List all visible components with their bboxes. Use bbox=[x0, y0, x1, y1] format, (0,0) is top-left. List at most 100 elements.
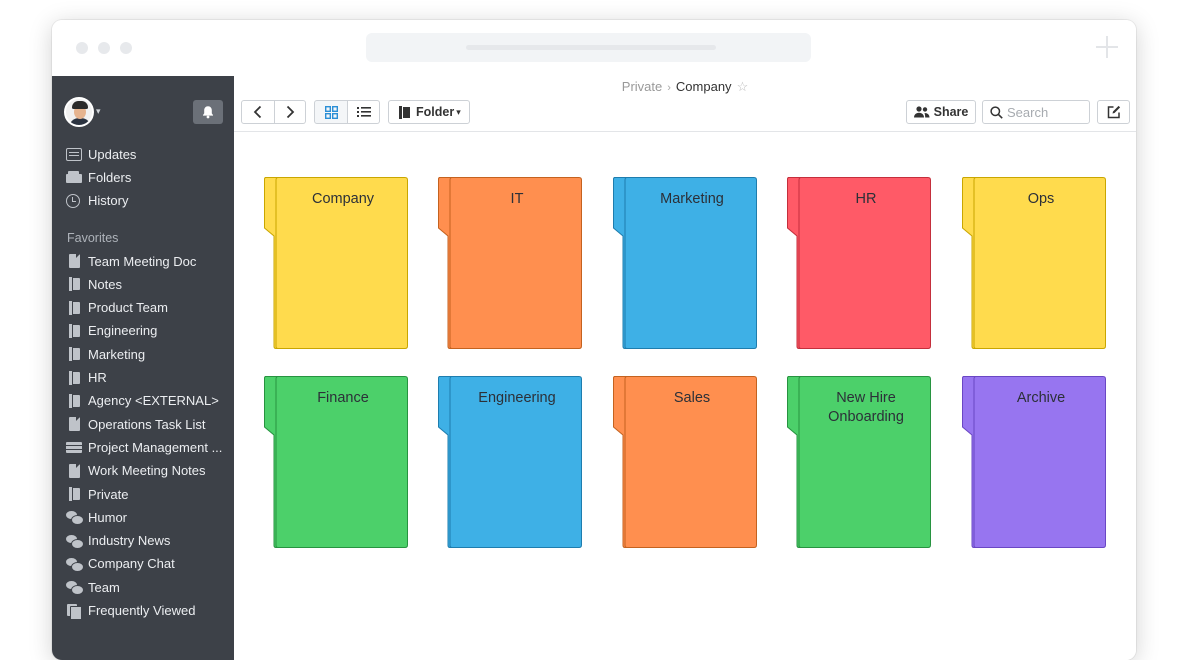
folder-card-it[interactable]: IT bbox=[437, 176, 583, 350]
sidebar-item-frequently-viewed[interactable]: Frequently Viewed bbox=[66, 601, 195, 621]
chevron-down-icon: ▾ bbox=[456, 106, 461, 117]
share-label: Share bbox=[933, 105, 969, 119]
sidebar-item-label: Humor bbox=[88, 509, 128, 525]
folders-icon bbox=[66, 170, 82, 184]
document-icon bbox=[69, 254, 80, 268]
main-content: Private › Company ☆ Folder ▾ Share Searc… bbox=[234, 76, 1136, 660]
sidebar-item-label: Industry News bbox=[88, 533, 171, 549]
sidebar-item-private[interactable]: Private bbox=[66, 484, 128, 504]
search-input[interactable] bbox=[1007, 103, 1087, 121]
sidebar-item-hr[interactable]: HR bbox=[66, 368, 107, 388]
chevron-down-icon[interactable]: ▾ bbox=[96, 106, 101, 117]
list-view-button[interactable] bbox=[348, 100, 380, 124]
folder-label: Marketing bbox=[660, 191, 724, 207]
address-placeholder-line bbox=[466, 45, 716, 50]
grid-view-button[interactable] bbox=[314, 100, 348, 124]
notifications-button[interactable] bbox=[193, 100, 223, 124]
sidebar-item-work-meeting-notes[interactable]: Work Meeting Notes bbox=[66, 461, 206, 481]
compose-button[interactable] bbox=[1097, 100, 1130, 124]
sidebar-item-label: HR bbox=[88, 370, 107, 385]
search-field[interactable] bbox=[982, 100, 1090, 124]
folder-card-archive[interactable]: Archive bbox=[961, 375, 1107, 549]
folder-card-new-hire-onboarding[interactable]: New Hire Onboarding bbox=[786, 375, 932, 549]
sidebar-item-label: Private bbox=[88, 486, 129, 502]
folder-label: Archive bbox=[1016, 390, 1066, 406]
bell-icon bbox=[203, 106, 213, 119]
sidebar-item-label: Team bbox=[88, 579, 120, 595]
sidebar-item-notes[interactable]: Notes bbox=[66, 274, 122, 294]
folder-label: Finance bbox=[317, 390, 369, 406]
spreadsheet-icon bbox=[66, 442, 82, 454]
back-button[interactable] bbox=[241, 100, 275, 124]
sidebar-item-label: Frequently Viewed bbox=[88, 603, 196, 618]
folder-label: IT bbox=[510, 191, 524, 207]
folder-icon bbox=[66, 487, 82, 501]
folder-icon bbox=[66, 370, 82, 385]
sidebar-item-company-chat[interactable]: Company Chat bbox=[66, 554, 175, 574]
compose-icon bbox=[1107, 105, 1120, 119]
breadcrumb-parent[interactable]: Private bbox=[622, 79, 662, 94]
new-tab-plus-icon[interactable] bbox=[1096, 36, 1118, 58]
sidebar-item-label: Updates bbox=[88, 146, 137, 162]
sidebar-item-humor[interactable]: Humor bbox=[66, 507, 127, 527]
folder-card-marketing[interactable]: Marketing bbox=[612, 176, 758, 350]
sidebar-item-label: Agency <EXTERNAL> bbox=[88, 393, 219, 409]
sidebar-item-label: Project Management ... bbox=[88, 439, 223, 455]
people-icon bbox=[913, 106, 930, 118]
folder-icon bbox=[66, 277, 82, 292]
sidebar-item-industry-news[interactable]: Industry News bbox=[66, 531, 170, 551]
folder-menu-label: Folder bbox=[416, 105, 455, 119]
sidebar-item-agency-external[interactable]: Agency <EXTERNAL> bbox=[66, 391, 219, 411]
sidebar-item-marketing[interactable]: Marketing bbox=[66, 344, 145, 364]
address-bar[interactable] bbox=[366, 33, 811, 62]
sidebar-item-updates[interactable]: Updates bbox=[66, 144, 136, 164]
sidebar-item-label: Operations Task List bbox=[88, 416, 206, 432]
window-minimize-dot[interactable] bbox=[98, 42, 110, 54]
sidebar-item-team-meeting-doc[interactable]: Team Meeting Doc bbox=[66, 251, 196, 271]
folder-icon bbox=[66, 393, 82, 408]
sidebar-item-product-team[interactable]: Product Team bbox=[66, 298, 168, 318]
sidebar-item-project-management[interactable]: Project Management ... bbox=[66, 437, 222, 457]
chat-icon bbox=[66, 580, 84, 596]
sidebar-item-folders[interactable]: Folders bbox=[66, 167, 131, 187]
window-close-dot[interactable] bbox=[76, 42, 88, 54]
sidebar-item-history[interactable]: History bbox=[66, 191, 128, 211]
sidebar-item-label: Work Meeting Notes bbox=[88, 463, 206, 479]
chevron-right-icon bbox=[286, 105, 295, 119]
folder-card-sales[interactable]: Sales bbox=[612, 375, 758, 549]
chat-icon bbox=[66, 510, 84, 526]
app-window: ▾ Updates Folders History Favorites Team Mee… bbox=[52, 20, 1136, 660]
folder-menu-button[interactable]: Folder ▾ bbox=[388, 100, 470, 124]
star-icon[interactable]: ☆ bbox=[737, 79, 749, 94]
folder-icon bbox=[66, 300, 82, 315]
folder-icon bbox=[399, 105, 410, 119]
window-maximize-dot[interactable] bbox=[120, 42, 132, 54]
breadcrumb-current: Company bbox=[675, 79, 732, 94]
share-button[interactable]: Share bbox=[906, 100, 976, 124]
list-view-icon bbox=[356, 107, 371, 117]
avatar[interactable] bbox=[64, 97, 94, 127]
sidebar-item-label: Folders bbox=[88, 169, 132, 185]
folder-label: Ops bbox=[1027, 191, 1055, 207]
folder-icon bbox=[66, 347, 82, 362]
folder-label: HR bbox=[855, 191, 877, 207]
folder-icon bbox=[66, 323, 82, 338]
sidebar-item-engineering[interactable]: Engineering bbox=[66, 321, 157, 341]
chat-icon bbox=[66, 557, 84, 572]
sidebar-item-label: Notes bbox=[88, 276, 122, 292]
history-icon bbox=[66, 193, 80, 208]
folder-card-company[interactable]: Company bbox=[263, 176, 409, 350]
folder-label: Sales bbox=[673, 390, 711, 406]
folder-card-hr[interactable]: HR bbox=[786, 176, 932, 350]
sidebar-item-label: Product Team bbox=[88, 300, 168, 316]
folder-card-finance[interactable]: Finance bbox=[263, 375, 409, 549]
folder-card-ops[interactable]: Ops bbox=[961, 176, 1107, 350]
sidebar-item-label: History bbox=[88, 193, 129, 209]
sidebar-item-team[interactable]: Team bbox=[66, 577, 120, 597]
sidebar-item-label: Team Meeting Doc bbox=[88, 253, 197, 269]
folder-card-engineering[interactable]: Engineering bbox=[437, 375, 583, 549]
search-icon bbox=[990, 106, 1003, 119]
browser-title-bar bbox=[52, 20, 1136, 76]
sidebar-item-operations-task-list[interactable]: Operations Task List bbox=[66, 414, 206, 434]
forward-button[interactable] bbox=[275, 100, 306, 124]
